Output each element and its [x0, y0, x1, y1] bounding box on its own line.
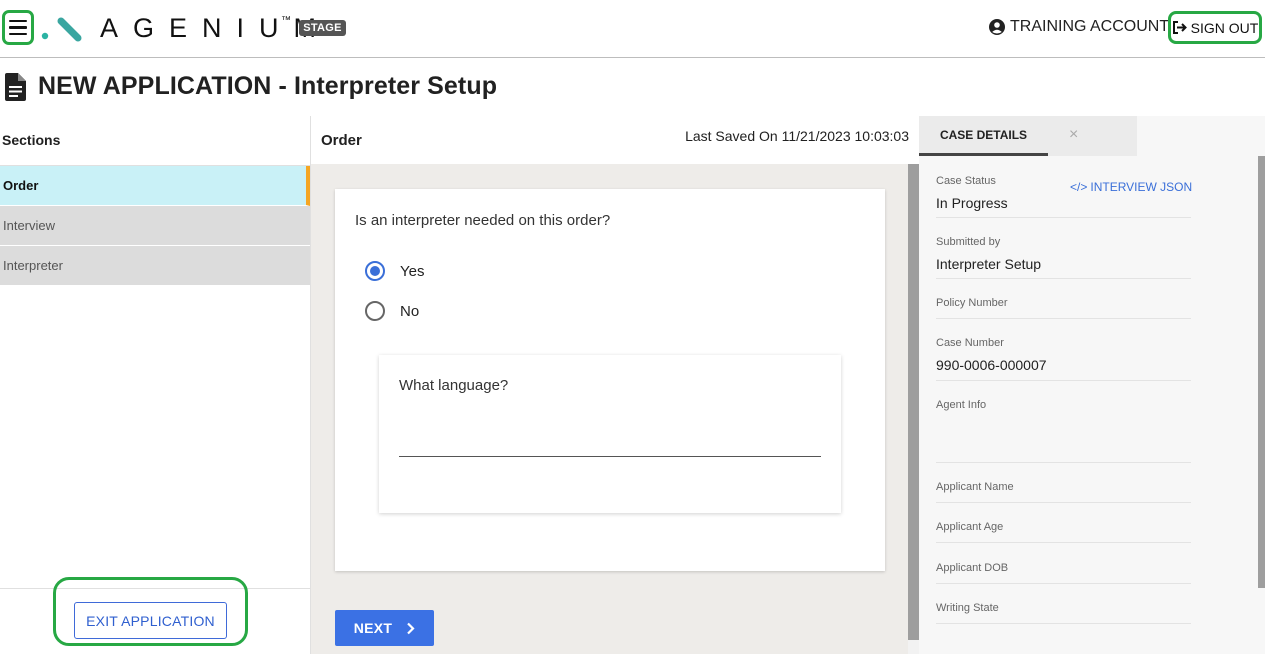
top-bar: AGENIUM ™ STAGE TRAINING ACCOUNT SIGN OU…: [0, 0, 1265, 58]
menu-icon[interactable]: [2, 10, 34, 45]
field-submitted-by: Submitted by Interpreter Setup: [936, 236, 1191, 279]
user-circle-icon: [989, 19, 1005, 35]
form-area: Is an interpreter needed on this order? …: [311, 164, 908, 654]
field-label: Writing State: [936, 602, 999, 614]
language-input[interactable]: [399, 425, 821, 457]
question-text: Is an interpreter needed on this order?: [355, 212, 611, 229]
sections-sidebar: Sections Order Interview Interpreter EXI…: [0, 116, 311, 654]
radio-option-yes[interactable]: Yes: [365, 261, 424, 281]
chevron-right-icon: [407, 622, 415, 634]
field-applicant-age: Applicant Age: [936, 521, 1191, 543]
radio-option-no[interactable]: No: [365, 301, 419, 321]
account-menu[interactable]: TRAINING ACCOUNT: [989, 18, 1169, 36]
section-item-interview[interactable]: Interview: [0, 206, 310, 246]
sections-header: Sections: [0, 116, 310, 166]
field-applicant-name: Applicant Name: [936, 481, 1191, 503]
section-item-label: Interpreter: [3, 258, 63, 273]
sign-out-icon: [1172, 21, 1187, 34]
document-icon: [5, 72, 26, 101]
field-label: Applicant Age: [936, 521, 1004, 533]
field-value: 990-0006-000007: [936, 357, 1047, 373]
tab-case-details[interactable]: CASE DETAILS: [919, 116, 1048, 156]
field-label: Case Status: [936, 175, 996, 187]
field-label: Applicant Name: [936, 481, 1014, 493]
radio-label: Yes: [400, 262, 425, 280]
question-card: Is an interpreter needed on this order? …: [335, 189, 885, 571]
main-header: Order Last Saved On 11/21/2023 10:03:03: [311, 116, 919, 164]
page-header: NEW APPLICATION - Interpreter Setup: [5, 72, 497, 101]
last-saved: Last Saved On 11/21/2023 10:03:03: [685, 128, 909, 144]
field-writing-state: Writing State: [936, 602, 1191, 624]
field-label: Agent Info: [936, 399, 987, 411]
page-title: NEW APPLICATION - Interpreter Setup: [38, 72, 498, 100]
sign-out-label: SIGN OUT: [1190, 19, 1259, 36]
form-scrollbar[interactable]: [908, 164, 919, 654]
next-button[interactable]: NEXT: [335, 610, 434, 646]
field-applicant-dob: Applicant DOB: [936, 562, 1191, 584]
field-value: Interpreter Setup: [936, 256, 1042, 272]
radio-button[interactable]: [365, 301, 385, 321]
radio-label: No: [400, 302, 420, 320]
field-case-number: Case Number 990-0006-000007: [936, 337, 1191, 381]
case-details-scrollbar[interactable]: [1258, 156, 1265, 588]
env-badge: STAGE: [299, 20, 346, 36]
exit-application-button[interactable]: EXIT APPLICATION: [74, 602, 227, 639]
next-label: NEXT: [353, 620, 393, 636]
section-title: Order: [321, 132, 362, 149]
trademark: ™: [281, 15, 291, 26]
field-value: In Progress: [936, 195, 1008, 211]
account-label: TRAINING ACCOUNT: [1010, 18, 1170, 35]
logo-text: AGENIUM: [100, 13, 332, 43]
field-label: Submitted by: [936, 236, 1001, 248]
language-card: What language?: [379, 355, 841, 513]
close-icon[interactable]: ×: [1069, 126, 1078, 144]
section-item-interpreter[interactable]: Interpreter: [0, 246, 310, 286]
field-case-status: Case Status In Progress: [936, 175, 1191, 218]
section-item-label: Order: [3, 178, 39, 193]
section-item-order[interactable]: Order: [0, 166, 310, 206]
language-label: What language?: [399, 377, 509, 394]
agenium-logo-icon: [41, 17, 82, 42]
radio-button[interactable]: [365, 261, 385, 281]
section-item-label: Interview: [3, 218, 56, 233]
field-policy-number: Policy Number: [936, 297, 1191, 319]
case-details-panel: CASE DETAILS × </> INTERVIEW JSON Case S…: [919, 116, 1265, 654]
sign-out-button[interactable]: SIGN OUT: [1168, 11, 1262, 44]
field-label: Case Number: [936, 337, 1004, 349]
field-agent-info: Agent Info: [936, 399, 1191, 463]
field-label: Policy Number: [936, 297, 1008, 309]
scrollbar-thumb[interactable]: [908, 164, 919, 640]
field-label: Applicant DOB: [936, 562, 1009, 574]
case-tab-bar: CASE DETAILS ×: [919, 116, 1137, 156]
